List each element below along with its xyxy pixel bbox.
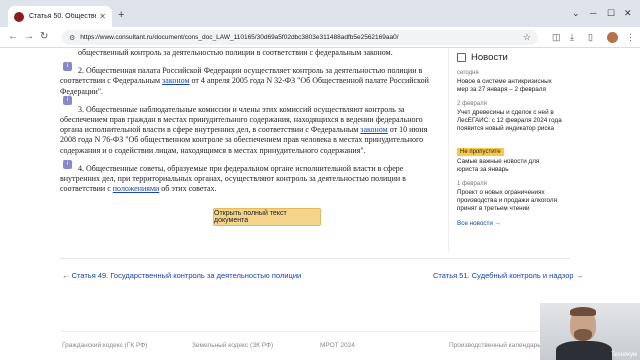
presenter-body: [556, 341, 612, 360]
divider: [60, 258, 570, 259]
url-text: https://www.consultant.ru/document/cons_…: [80, 34, 399, 41]
news-date: сегодня: [457, 70, 479, 76]
news-text[interactable]: Проект о новых ограничениях производства…: [457, 189, 562, 213]
news-item[interactable]: 1 февраля Проект о новых ограничениях пр…: [457, 181, 562, 213]
close-tab-icon[interactable]: ✕: [99, 12, 106, 21]
dont-miss-badge: Не пропустите: [457, 148, 504, 156]
paragraph-info-icon[interactable]: i: [63, 96, 72, 105]
back-icon[interactable]: ←: [8, 31, 18, 42]
side-panel-icon[interactable]: ▯: [588, 32, 593, 43]
reload-icon[interactable]: ↻: [40, 31, 48, 42]
doc-paragraph: общественный контроль за деятельностью п…: [60, 48, 430, 58]
tab-search-icon[interactable]: ⌄: [572, 8, 580, 19]
presenter-beard: [574, 329, 592, 341]
news-header: Новости: [457, 52, 562, 63]
minimize-icon[interactable]: ─: [590, 8, 596, 18]
news-title: Новости: [471, 52, 508, 63]
address-bar[interactable]: ⚙ https://www.consultant.ru/document/con…: [62, 30, 538, 45]
news-text[interactable]: Самые важные новости для юриста за январ…: [457, 158, 562, 174]
site-favicon-icon: [14, 11, 24, 22]
browser-toolbar: ← → ↻ ⚙ https://www.consultant.ru/docume…: [0, 27, 640, 48]
webcam-overlay: Технокум: [540, 303, 640, 360]
webcam-label: Технокум: [611, 352, 637, 358]
news-date: 2 февраля: [457, 101, 487, 107]
news-icon: [457, 53, 466, 62]
news-panel: Новости сегодня Новое в системе антикриз…: [448, 48, 570, 253]
paragraph-text: об этих советах.: [159, 184, 217, 194]
document-body: общественный контроль за деятельностью п…: [60, 48, 430, 202]
browser-tab-bar: Статья 50. Общественный кон ✕ + ⌄ ─ ☐ ✕: [0, 0, 640, 27]
doc-paragraph: 4. Общественные советы, образуемые при ф…: [60, 164, 430, 195]
news-text[interactable]: Учет древесины и сделок с ней в ЛесЕГАИС…: [457, 109, 562, 133]
presenter-hair: [570, 307, 596, 316]
menu-kebab-icon[interactable]: ⋮: [626, 32, 635, 43]
maximize-icon[interactable]: ☐: [607, 8, 615, 19]
forward-icon[interactable]: →: [24, 31, 34, 42]
news-item[interactable]: сегодня Новое в системе антикризисных ме…: [457, 70, 562, 94]
open-full-text-button[interactable]: Открыть полный текст документа: [213, 208, 321, 226]
site-info-icon[interactable]: ⚙: [69, 34, 75, 42]
prev-article-link[interactable]: ← Статья 49. Государственный контроль за…: [62, 271, 301, 280]
footer-link[interactable]: Гражданский кодекс (ГК РФ): [62, 342, 147, 349]
news-date: 1 февраля: [457, 181, 487, 187]
news-text[interactable]: Новое в системе антикризисных мер за 27 …: [457, 78, 562, 94]
law-link[interactable]: законом: [162, 76, 189, 85]
footer-link[interactable]: МРОТ 2024: [320, 342, 355, 349]
paragraph-text: общественный контроль за деятельностью п…: [78, 48, 393, 57]
news-item[interactable]: Не пропустите Самые важные новости для ю…: [457, 140, 562, 174]
browser-tab[interactable]: Статья 50. Общественный кон ✕: [8, 6, 112, 27]
next-article-link[interactable]: Статья 51. Судебный контроль и надзор →: [433, 271, 583, 280]
downloads-icon[interactable]: ⤓: [570, 32, 574, 43]
law-link[interactable]: законом: [360, 125, 387, 134]
paragraph-info-icon[interactable]: i: [63, 160, 72, 169]
provisions-link[interactable]: положениями: [113, 184, 160, 193]
news-item[interactable]: 2 февраля Учет древесины и сделок с ней …: [457, 101, 562, 133]
tab-title: Статья 50. Общественный кон: [29, 13, 96, 20]
new-tab-icon[interactable]: +: [118, 9, 124, 21]
footer-link[interactable]: Производственный календарь: [449, 342, 541, 349]
doc-paragraph: 3. Общественные наблюдательные комиссии …: [60, 105, 430, 156]
footer-link[interactable]: Земельный кодекс (ЗК РФ): [192, 342, 273, 349]
bookmark-star-icon[interactable]: ☆: [523, 32, 531, 43]
all-news-link[interactable]: Все новости →: [457, 220, 562, 227]
close-window-icon[interactable]: ✕: [624, 8, 632, 19]
profile-avatar[interactable]: [607, 32, 618, 43]
extension-icon[interactable]: ◫: [552, 32, 561, 43]
paragraph-info-icon[interactable]: i: [63, 62, 72, 71]
doc-paragraph: 2. Общественная палата Российской Федера…: [60, 66, 430, 97]
